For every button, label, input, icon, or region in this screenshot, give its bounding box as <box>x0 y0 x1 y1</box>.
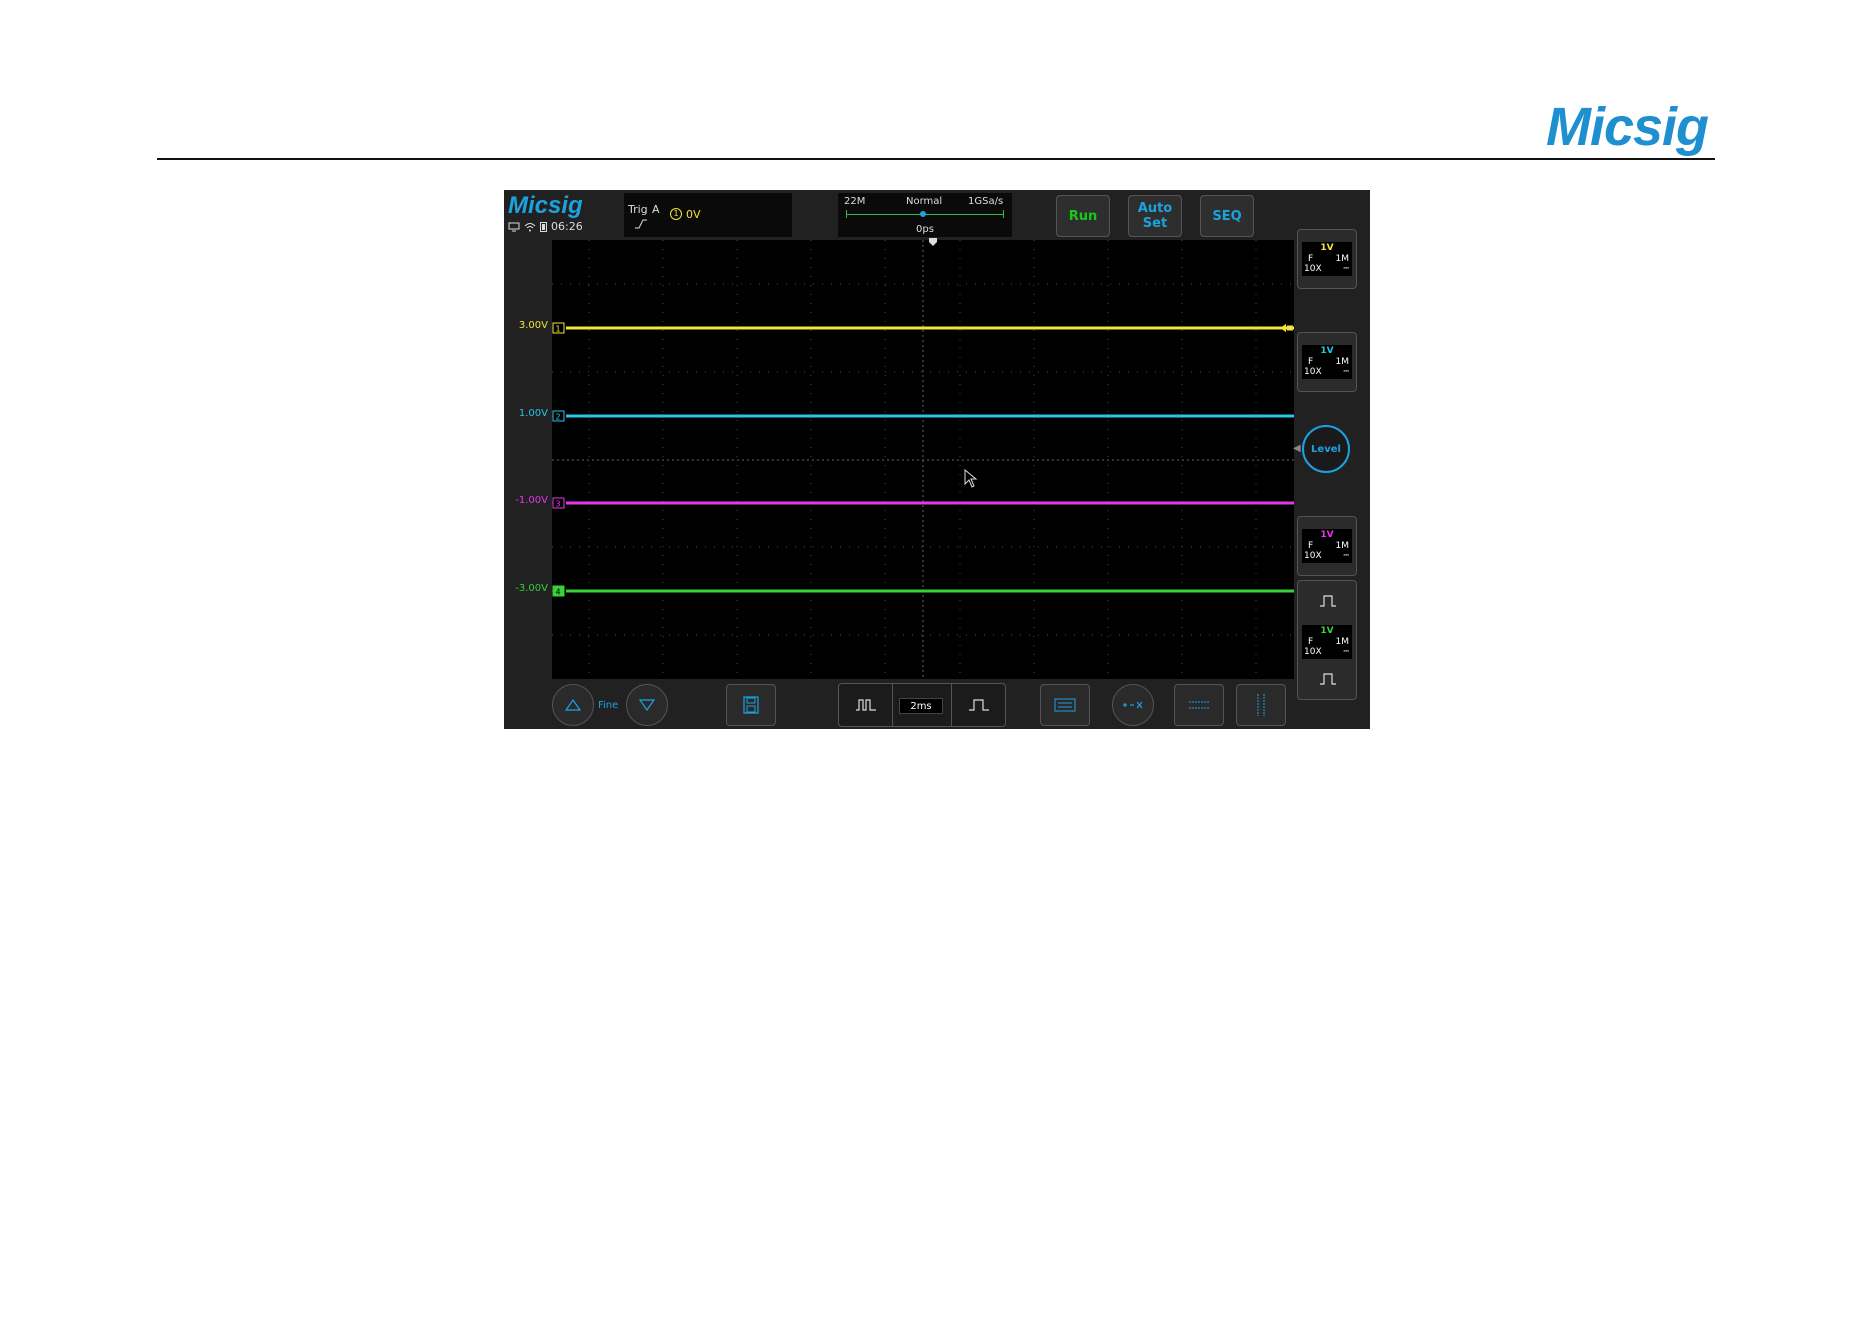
ch2-settings-panel[interactable]: 1V F 1M 10X ⎓ <box>1297 332 1357 392</box>
ch3-scale: 1V <box>1320 530 1334 540</box>
status-bar: 06:26 <box>508 220 583 233</box>
timebase-decrease-button[interactable] <box>839 684 893 726</box>
sample-rate: 1GSa/s <box>968 196 1004 207</box>
battery-icon <box>540 222 547 232</box>
horizontal-delay: 0ps <box>916 224 934 235</box>
ch2-scale: 1V <box>1320 346 1334 356</box>
ch4-scale: 1V <box>1320 626 1334 636</box>
svg-text:3: 3 <box>556 500 561 509</box>
memory-bar-end <box>1003 210 1004 218</box>
header-divider <box>157 158 1715 160</box>
dc-coupling-icon: ⎓ <box>1343 551 1349 559</box>
ch4-impedance: 1M <box>1335 637 1350 647</box>
horizontal-cursor-button[interactable] <box>1174 684 1224 726</box>
math-button[interactable] <box>1112 684 1154 726</box>
timebase-value: 2ms <box>899 698 943 714</box>
ch3-impedance: 1M <box>1335 541 1350 551</box>
trigger-panel[interactable]: Trig A 1 0V <box>624 193 792 237</box>
oscilloscope-screen: Micsig 06:26 Trig A 1 0V 22M Normal 1GSa… <box>504 190 1370 729</box>
scale-up-button[interactable] <box>552 684 594 726</box>
memory-position-marker <box>920 211 926 217</box>
trigger-level: 0V <box>686 208 701 221</box>
dc-coupling-icon: ⎓ <box>1343 647 1349 655</box>
ch3-settings-readout: 1V F 1M 10X ⎓ <box>1302 529 1352 563</box>
ch4-probe: 10X <box>1304 647 1322 657</box>
math-icon <box>1123 701 1143 709</box>
dense-pulse-icon <box>855 699 876 711</box>
run-button[interactable]: Run <box>1056 195 1110 237</box>
acquisition-panel[interactable]: 22M Normal 1GSa/s 0ps <box>838 193 1012 237</box>
ch1-marker[interactable]: 1 <box>552 322 565 334</box>
measure-button[interactable] <box>1040 684 1090 726</box>
measure-icon <box>1054 698 1076 712</box>
scope-logo: Micsig <box>508 192 583 219</box>
ch1-scale: 1V <box>1320 243 1334 253</box>
pulse-icon <box>1320 673 1336 685</box>
autoset-label: Auto Set <box>1137 201 1173 231</box>
brand-logo: Micsig <box>1546 97 1709 157</box>
ch2-settings-readout: 1V F 1M 10X ⎓ <box>1302 345 1352 379</box>
ch1-settings-panel[interactable]: 1V F 1M 10X ⎓ <box>1297 229 1357 289</box>
monitor-icon <box>508 222 520 231</box>
trigger-label: Trig <box>628 203 648 216</box>
ch2-bandwidth: F <box>1308 357 1314 367</box>
ch4-offset-label: -3.00V <box>515 583 548 594</box>
ch2-offset-label: 1.00V <box>518 408 548 419</box>
level-knob[interactable]: Level <box>1302 425 1350 473</box>
timebase-increase-button[interactable] <box>951 684 1005 726</box>
ch3-offset-label: -1.00V <box>515 495 548 506</box>
seq-button[interactable]: SEQ <box>1200 195 1254 237</box>
ch2-impedance: 1M <box>1335 357 1350 367</box>
ch4-bandwidth: F <box>1308 637 1314 647</box>
triangle-up-icon <box>565 699 581 711</box>
ch4-settings-readout: 1V F 1M 10X ⎓ <box>1302 625 1352 659</box>
ch3-marker[interactable]: 3 <box>552 497 565 509</box>
waveform-display[interactable]: 1 2 3 4 <box>552 240 1294 679</box>
triangle-down-icon <box>639 699 655 711</box>
svg-text:1: 1 <box>556 325 561 334</box>
save-icon <box>743 696 759 714</box>
ch1-settings-readout: 1V F 1M 10X ⎓ <box>1302 242 1352 276</box>
ch1-offset-label: 3.00V <box>518 320 548 331</box>
trigger-channel-badge: 1 <box>670 208 682 220</box>
horizontal-cursor-icon <box>1189 701 1209 709</box>
dc-coupling-icon: ⎓ <box>1343 264 1349 272</box>
ch2-probe: 10X <box>1304 367 1322 377</box>
ch3-bandwidth: F <box>1308 541 1314 551</box>
ch2-marker[interactable]: 2 <box>552 410 565 422</box>
waveform-grid: 1 2 3 4 <box>552 240 1294 679</box>
fine-toggle-label[interactable]: Fine <box>598 700 618 711</box>
memory-depth: 22M <box>844 196 866 207</box>
svg-text:4: 4 <box>556 588 561 597</box>
rising-edge-icon <box>635 219 647 229</box>
clock-time: 06:26 <box>551 220 583 233</box>
dc-coupling-icon: ⎓ <box>1343 367 1349 375</box>
acquisition-mode: Normal <box>906 196 943 207</box>
trigger-source: A <box>652 203 660 216</box>
scale-down-button[interactable] <box>626 684 668 726</box>
save-button[interactable] <box>726 684 776 726</box>
ch1-probe: 10X <box>1304 264 1322 274</box>
vertical-cursor-button[interactable] <box>1236 684 1286 726</box>
level-arrow-icon: ◀ <box>1293 443 1301 454</box>
memory-bar-start <box>846 210 847 218</box>
ch3-probe: 10X <box>1304 551 1322 561</box>
wide-pulse-icon <box>968 699 989 711</box>
ch3-settings-panel[interactable]: 1V F 1M 10X ⎓ <box>1297 516 1357 576</box>
trigger-position-marker[interactable] <box>929 238 937 246</box>
svg-text:2: 2 <box>556 413 561 422</box>
ch1-bandwidth: F <box>1308 254 1314 264</box>
vertical-cursor-icon <box>1257 694 1265 716</box>
ch4-marker[interactable]: 4 <box>552 585 565 597</box>
pulse-icon <box>1320 595 1336 607</box>
autoset-button[interactable]: Auto Set <box>1128 195 1182 237</box>
cursor-pointer-icon <box>964 469 978 488</box>
ch4-settings-panel[interactable]: 1V F 1M 10X ⎓ <box>1297 580 1357 700</box>
timebase-control: 2ms <box>838 683 1006 727</box>
ch1-impedance: 1M <box>1335 254 1350 264</box>
wifi-icon <box>524 222 536 231</box>
